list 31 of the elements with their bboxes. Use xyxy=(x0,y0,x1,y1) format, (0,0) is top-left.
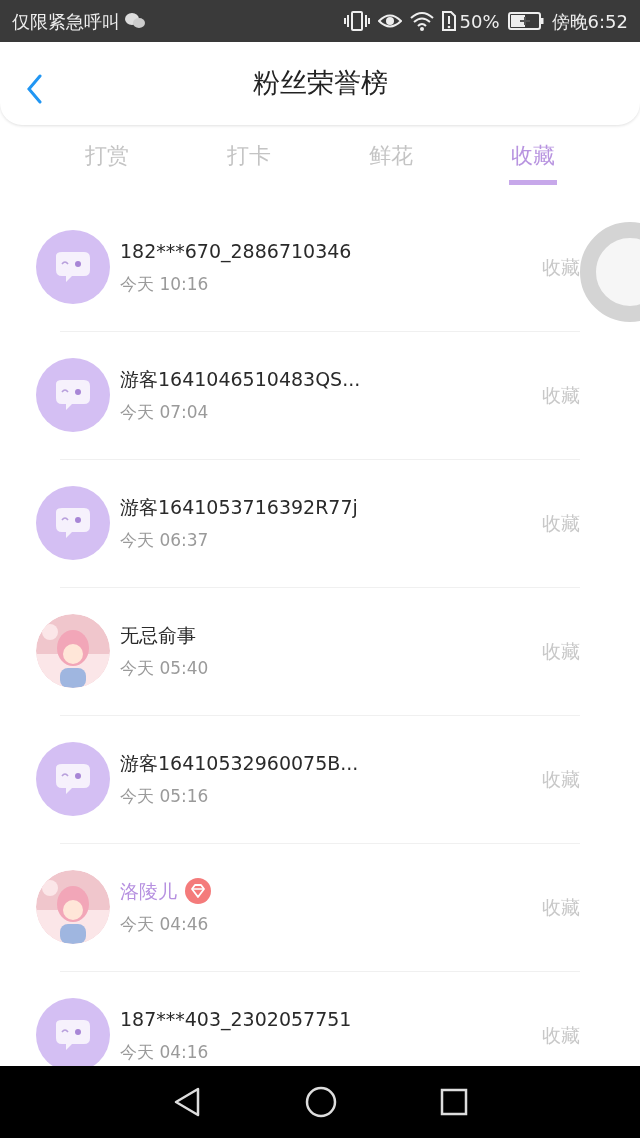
tab[interactable]: 收藏 xyxy=(462,129,604,203)
user-name: 游客1641046510483QS... xyxy=(120,367,361,392)
time-text: 今天 05:40 xyxy=(120,656,210,680)
tab[interactable]: 打卡 xyxy=(178,129,320,203)
tab[interactable]: 鲜花 xyxy=(320,129,462,203)
clock-text: 傍晚6:52 xyxy=(551,9,628,34)
recent-apps-icon[interactable] xyxy=(440,1088,469,1116)
time-text: 今天 04:46 xyxy=(120,912,210,936)
user-name: 无忌俞事 xyxy=(120,623,196,648)
vibrate-icon xyxy=(343,10,370,32)
diamond-badge-icon xyxy=(185,878,211,905)
time-text: 今天 10:16 xyxy=(120,272,210,296)
page-title: 粉丝荣誉榜 xyxy=(252,66,388,101)
carrier-text: 仅限紧急呼叫 xyxy=(12,9,120,34)
user-name: 187***403_2302057751 xyxy=(120,1007,352,1033)
sim-alert-icon xyxy=(441,11,456,31)
eye-icon xyxy=(377,12,402,30)
time-text: 今天 06:37 xyxy=(120,528,210,552)
time-text: 今天 07:04 xyxy=(120,400,210,424)
battery-icon xyxy=(507,12,544,30)
user-name: 182***670_2886710346 xyxy=(120,239,352,265)
user-name: 游客1641053716392R77j xyxy=(120,495,358,520)
time-text: 今天 04:16 xyxy=(120,1040,210,1064)
battery-percent: 50% xyxy=(459,9,500,34)
time-text: 今天 05:16 xyxy=(120,784,210,808)
home-icon[interactable] xyxy=(305,1086,337,1118)
tab[interactable]: 打赏 xyxy=(36,129,178,203)
chat-icon xyxy=(124,12,146,30)
wifi-icon xyxy=(409,11,434,31)
user-name: 游客16410532960075B... xyxy=(120,751,359,776)
user-name: 洛陵儿 xyxy=(120,879,177,904)
